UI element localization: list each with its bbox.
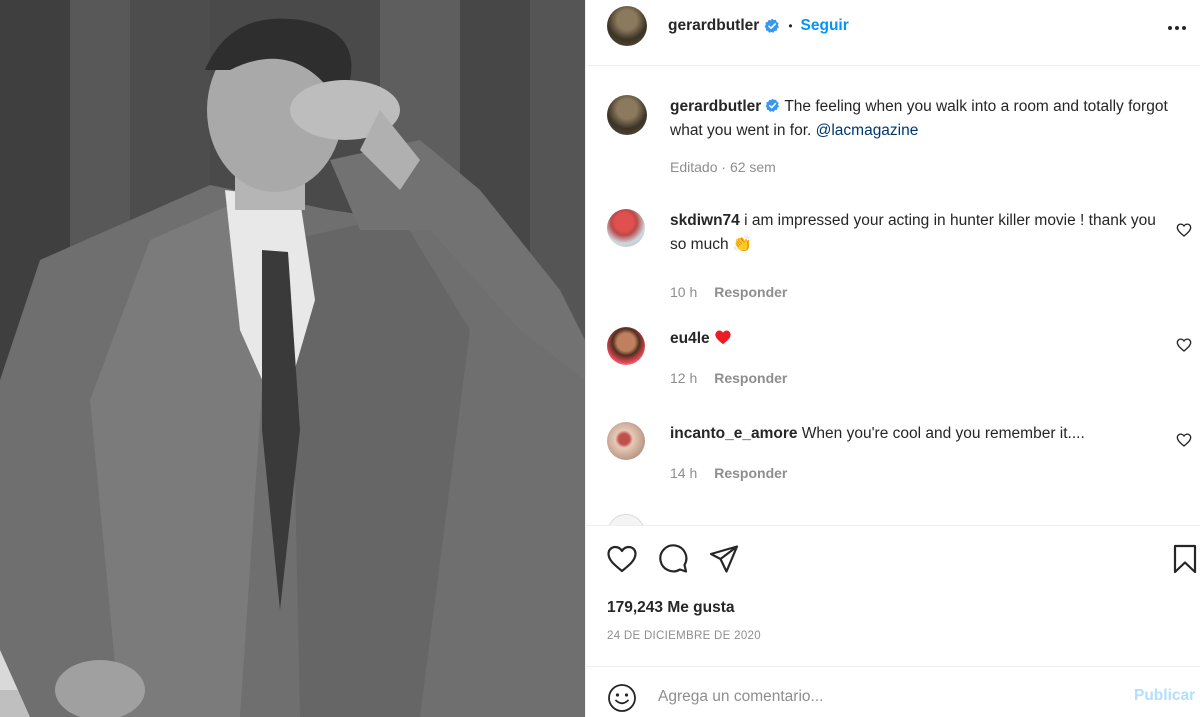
comments-list[interactable]: gerardbutler The feeling when you walk i…	[586, 67, 1200, 526]
commenter-avatar[interactable]	[607, 422, 645, 460]
post-actions: 179,243 Me gusta 24 DE DICIEMBRE DE 2020	[586, 527, 1200, 667]
comment-body: skdiwn74 i am impressed your acting in h…	[670, 209, 1160, 257]
comment-meta: 10 h Responder	[670, 284, 787, 300]
post-date[interactable]: 24 DE DICIEMBRE DE 2020	[607, 630, 761, 642]
comment-bubble-icon[interactable]	[657, 543, 689, 575]
reply-button[interactable]: Responder	[714, 284, 787, 300]
commenter-avatar[interactable]	[607, 327, 645, 365]
comment-body: eu4le	[670, 327, 1190, 351]
post-panel: gerardbutler • Seguir gerardbutler The f…	[585, 0, 1200, 717]
separator-dot: •	[788, 19, 793, 33]
caption-status: Editado · 62 sem	[670, 159, 776, 175]
caption-avatar[interactable]	[607, 95, 647, 135]
author-info: gerardbutler • Seguir	[668, 17, 849, 35]
clapping-hands-emoji: 👏	[732, 236, 753, 253]
comment-time: 12 h	[670, 370, 698, 386]
comment-username[interactable]: incanto_e_amore	[670, 425, 798, 442]
comment-like-heart-icon[interactable]	[1176, 337, 1192, 353]
publish-button[interactable]: Publicar	[1134, 687, 1195, 705]
comment-composer: Publicar	[586, 668, 1200, 717]
heart-icon[interactable]	[606, 543, 638, 575]
comment-input[interactable]	[658, 680, 1128, 714]
author-avatar[interactable]	[607, 6, 647, 46]
caption-body: gerardbutler The feeling when you walk i…	[670, 95, 1190, 143]
emoji-smiley-icon[interactable]	[607, 683, 637, 713]
comment-time: 14 h	[670, 465, 698, 481]
caption-mention-link[interactable]: @lacmagazine	[816, 122, 919, 139]
comment-text: When you're cool and you remember it....	[797, 425, 1085, 442]
comment-body: incanto_e_amore When you're cool and you…	[670, 422, 1190, 446]
paper-plane-icon[interactable]	[708, 543, 740, 575]
comment-like-heart-icon[interactable]	[1176, 222, 1192, 238]
follow-button[interactable]: Seguir	[801, 17, 849, 35]
likes-count[interactable]: 179,243 Me gusta	[607, 599, 735, 617]
more-options-icon[interactable]	[1165, 16, 1189, 40]
reply-button[interactable]: Responder	[714, 370, 787, 386]
comment-meta: 12 h Responder	[670, 370, 787, 386]
red-heart-emoji	[715, 330, 731, 345]
caption-meta: Editado · 62 sem	[670, 159, 776, 175]
comment-meta: 14 h Responder	[670, 465, 787, 481]
commenter-avatar[interactable]	[607, 514, 645, 525]
comment-username[interactable]: skdiwn74	[670, 212, 740, 229]
caption-username[interactable]: gerardbutler	[670, 98, 761, 115]
bookmark-icon[interactable]	[1169, 543, 1200, 575]
post-photo[interactable]	[0, 0, 585, 717]
reply-button[interactable]: Responder	[714, 465, 787, 481]
verified-badge-icon	[764, 18, 780, 33]
verified-badge-icon	[765, 98, 780, 112]
post-header: gerardbutler • Seguir	[586, 0, 1200, 66]
comment-like-heart-icon[interactable]	[1176, 432, 1192, 448]
author-username[interactable]: gerardbutler	[668, 17, 759, 35]
comment-time: 10 h	[670, 284, 698, 300]
commenter-avatar[interactable]	[607, 209, 645, 247]
post-photo-image	[0, 0, 585, 717]
comment-username[interactable]: eu4le	[670, 330, 710, 347]
